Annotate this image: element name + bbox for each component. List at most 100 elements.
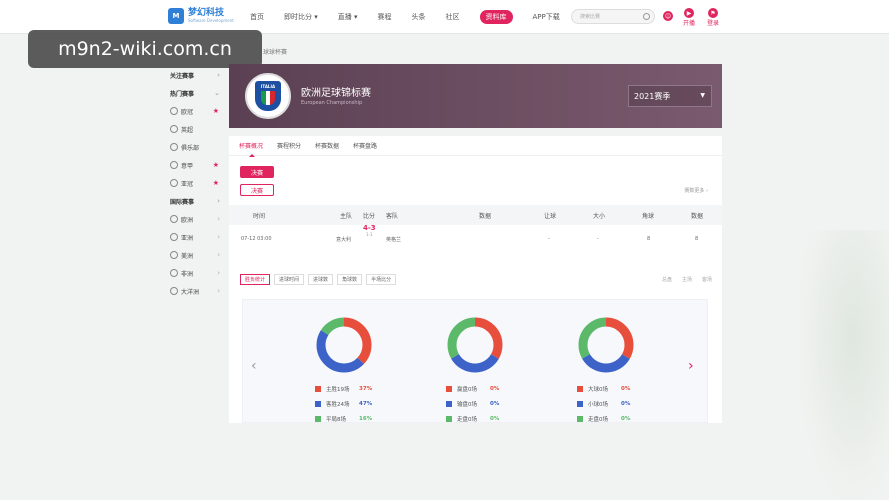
match-score[interactable]: 4-3 1-1 bbox=[363, 224, 376, 238]
season-select[interactable]: 2021赛季 ▼ bbox=[628, 85, 712, 107]
nav-item-4[interactable]: 头条 bbox=[412, 12, 426, 22]
stage-button-final-alt[interactable]: 决赛 bbox=[240, 184, 274, 196]
sidebar-item-7[interactable]: 国际赛事 › bbox=[166, 192, 223, 210]
sidebar-item-2[interactable]: 欧冠 ★ bbox=[166, 102, 223, 120]
sidebar-item-8[interactable]: 欧洲 › bbox=[166, 210, 223, 228]
search-input[interactable]: 搜索比赛 bbox=[571, 9, 655, 24]
legend-label: 走盘0场 bbox=[457, 416, 477, 423]
login-button[interactable]: ⚑ 登录 bbox=[707, 8, 719, 27]
open-live-button[interactable]: ▶ 开播 bbox=[683, 8, 695, 27]
live-icon: ▶ bbox=[684, 8, 694, 18]
stat-tab-4[interactable]: 半场比分 bbox=[366, 274, 397, 285]
legend-swatch bbox=[577, 400, 583, 407]
carousel-next-icon[interactable]: › bbox=[688, 358, 694, 374]
half-score: 1-1 bbox=[366, 232, 373, 237]
nav-item-7[interactable]: APP下载 bbox=[533, 12, 560, 22]
favorite-star-icon[interactable]: ★ bbox=[213, 161, 219, 169]
stat-link-2[interactable]: 客场 bbox=[702, 276, 712, 283]
stat-tab-1[interactable]: 进球时间 bbox=[274, 274, 305, 285]
legend-item: 走盘0场 0% bbox=[446, 411, 566, 426]
more-data-link[interactable]: 赛数更多 › bbox=[684, 187, 708, 194]
stat-tab-3[interactable]: 角球数 bbox=[337, 274, 363, 285]
chevron-icon[interactable]: › bbox=[217, 233, 220, 241]
search-icon[interactable] bbox=[643, 13, 650, 20]
tab-3[interactable]: 杯赛盘路 bbox=[353, 136, 377, 155]
chevron-icon[interactable]: › bbox=[217, 71, 220, 79]
nav-item-5[interactable]: 社区 bbox=[446, 12, 460, 22]
stat-tab-2[interactable]: 进球数 bbox=[308, 274, 334, 285]
legend-swatch bbox=[577, 415, 583, 422]
table-row[interactable]: 07-12 03:00 意大利 4-3 1-1 英格兰 - - 8 8 bbox=[229, 224, 722, 250]
sidebar-item-label: 大洋洲 bbox=[181, 288, 200, 296]
legend-swatch bbox=[315, 415, 321, 422]
sidebar-item-3[interactable]: 英超 bbox=[166, 120, 223, 138]
sidebar-item-label: 欧冠 bbox=[181, 108, 194, 116]
legend-item: 赢盘0场 0% bbox=[446, 381, 566, 396]
user-avatar-icon[interactable]: ☺ bbox=[663, 11, 673, 21]
legend-label: 赢盘0场 bbox=[457, 386, 477, 393]
sidebar-item-5[interactable]: 意甲 ★ bbox=[166, 156, 223, 174]
login-icon: ⚑ bbox=[708, 8, 718, 18]
open-live-label: 开播 bbox=[683, 20, 696, 27]
tab-0[interactable]: 杯赛概况 bbox=[239, 136, 263, 157]
nav-item-2[interactable]: 直播 ▾ bbox=[338, 12, 358, 22]
legend-item: 输盘0场 0% bbox=[446, 396, 566, 411]
sidebar-item-label: 热门赛事 bbox=[170, 90, 195, 98]
stat-link-0[interactable]: 总盘 bbox=[662, 276, 672, 283]
col-home: 主队 bbox=[340, 212, 353, 220]
col-score: 比分 bbox=[363, 212, 376, 220]
chevron-icon[interactable]: › bbox=[217, 287, 220, 295]
stat-link-1[interactable]: 主场 bbox=[682, 276, 692, 283]
chevron-icon[interactable]: ⌄ bbox=[214, 89, 220, 97]
league-logo-icon bbox=[170, 161, 178, 169]
legend-percent: 37% bbox=[359, 385, 373, 392]
home-team[interactable]: 意大利 bbox=[336, 236, 351, 243]
col-ou: 大小 bbox=[593, 212, 606, 220]
legend-swatch bbox=[446, 400, 452, 407]
chevron-icon[interactable]: › bbox=[217, 251, 220, 259]
sidebar-item-1[interactable]: 热门赛事 ⌄ bbox=[166, 84, 223, 102]
stat-tab-0[interactable]: 胜负统计 bbox=[240, 274, 271, 285]
badge-text: ITALIA bbox=[260, 84, 276, 89]
league-logo-icon bbox=[170, 179, 178, 187]
tab-1[interactable]: 赛程积分 bbox=[277, 136, 301, 155]
nav-item-1[interactable]: 即时比分 ▾ bbox=[284, 12, 318, 22]
match-time: 07-12 03:00 bbox=[241, 236, 272, 242]
logo-icon: M bbox=[168, 8, 184, 24]
nav-item-0[interactable]: 首页 bbox=[250, 12, 264, 22]
league-sidebar: 关注赛事 › 热门赛事 ⌄ 欧冠 ★ 英超 俱乐部 意甲 ★ 亚冠 ★ 国际赛事 › 欧洲 › 亚洲 › 美洲 › 非洲… bbox=[166, 66, 223, 300]
favorite-star-icon[interactable]: ★ bbox=[213, 179, 219, 187]
tab-2[interactable]: 杯赛数据 bbox=[315, 136, 339, 155]
sidebar-item-6[interactable]: 亚冠 ★ bbox=[166, 174, 223, 192]
chevron-icon[interactable]: › bbox=[217, 197, 220, 205]
handicap-value: - bbox=[548, 236, 550, 242]
avatar-circle: ☺ bbox=[663, 11, 673, 21]
chevron-icon[interactable]: › bbox=[217, 269, 220, 277]
breadcrumb[interactable]: 球球杯赛 bbox=[263, 47, 287, 56]
sidebar-item-4[interactable]: 俱乐部 bbox=[166, 138, 223, 156]
col-time: 时间 bbox=[253, 212, 266, 220]
sidebar-item-label: 国际赛事 bbox=[170, 198, 195, 206]
sidebar-item-9[interactable]: 亚洲 › bbox=[166, 228, 223, 246]
league-tabs: 杯赛概况 赛程积分 杯赛数据 杯赛盘路 bbox=[229, 136, 722, 157]
flag-stripe bbox=[270, 91, 275, 105]
away-team[interactable]: 英格兰 bbox=[386, 236, 401, 243]
content-panel: 杯赛概况 赛程积分 杯赛数据 杯赛盘路 决赛 决赛 赛数更多 › 时间 主队 比分 客… bbox=[229, 136, 722, 423]
sidebar-item-12[interactable]: 大洋洲 › bbox=[166, 282, 223, 300]
carousel-prev-icon[interactable]: ‹ bbox=[251, 358, 257, 374]
legend-label: 客胜24场 bbox=[326, 401, 350, 408]
corner-value: 8 bbox=[647, 236, 651, 242]
sidebar-item-label: 关注赛事 bbox=[170, 72, 195, 80]
favorite-star-icon[interactable]: ★ bbox=[213, 107, 219, 115]
sidebar-item-10[interactable]: 美洲 › bbox=[166, 246, 223, 264]
nav-item-6[interactable]: 资料库 bbox=[479, 10, 513, 24]
nav-item-3[interactable]: 赛程 bbox=[378, 12, 392, 22]
chevron-icon[interactable]: › bbox=[217, 215, 220, 223]
stage-button-final[interactable]: 决赛 bbox=[240, 166, 274, 178]
legend-swatch bbox=[315, 400, 321, 407]
legend-label: 输盘0场 bbox=[457, 401, 477, 408]
site-logo[interactable]: M 梦幻科技 Software Development bbox=[168, 8, 234, 24]
sidebar-item-0[interactable]: 关注赛事 › bbox=[166, 66, 223, 84]
sidebar-item-11[interactable]: 非洲 › bbox=[166, 264, 223, 282]
legend-item: 大球0场 0% bbox=[577, 381, 697, 396]
